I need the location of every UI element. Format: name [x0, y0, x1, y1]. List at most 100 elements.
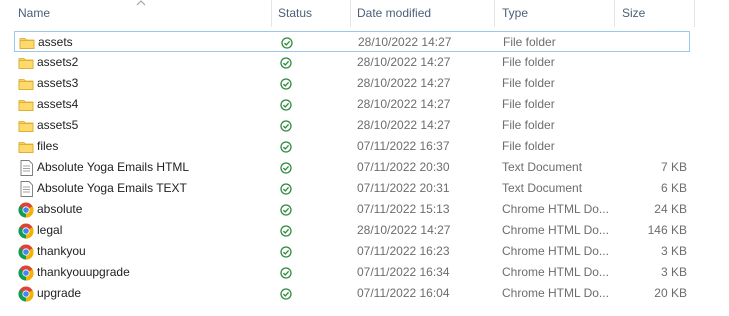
file-row[interactable]: thankyouupgrade 07/11/2022 16:34 Chrome HT…: [14, 262, 690, 283]
status-available-icon: [276, 115, 296, 136]
file-date-modified: 07/11/2022 16:34: [357, 265, 450, 279]
status-available-icon: [276, 178, 296, 199]
file-name: assets4: [37, 97, 79, 111]
file-type: Text Document: [502, 160, 583, 174]
chrome-icon: [18, 241, 34, 262]
file-date-modified: 28/10/2022 14:27: [357, 97, 451, 111]
status-available-icon: [276, 199, 296, 220]
file-row[interactable]: thankyou 07/11/2022 16:23 Chrome HTML Do..…: [14, 241, 690, 262]
status-available-icon: [276, 136, 296, 157]
file-type: File folder: [502, 118, 555, 132]
file-date-modified: 07/11/2022 20:30: [357, 160, 450, 174]
file-name: Absolute Yoga Emails TEXT: [37, 181, 187, 195]
folder-icon: [18, 94, 34, 115]
file-row[interactable]: assets2 28/10/2022 14:27 File folder: [14, 52, 690, 73]
file-size: [618, 73, 687, 94]
status-available-icon: [276, 241, 296, 262]
chrome-icon: [18, 220, 34, 241]
chrome-icon: [18, 199, 34, 220]
file-type: Chrome HTML Do...: [502, 286, 609, 300]
file-date-modified: 07/11/2022 15:13: [357, 202, 450, 216]
column-resize-handle[interactable]: [614, 0, 615, 27]
file-row[interactable]: assets5 28/10/2022 14:27 File folder: [14, 115, 690, 136]
file-type: File folder: [502, 76, 555, 90]
column-header-type[interactable]: Type: [496, 0, 614, 27]
file-type: File folder: [502, 97, 555, 111]
status-available-icon: [276, 157, 296, 178]
file-type: File folder: [502, 55, 555, 69]
file-size: 24 KB: [654, 202, 687, 216]
file-size: 146 KB: [647, 223, 687, 237]
chrome-icon: [18, 262, 34, 283]
file-date-modified: 28/10/2022 14:27: [357, 55, 451, 69]
file-size: [618, 94, 687, 115]
file-date-modified: 07/11/2022 20:31: [357, 181, 450, 195]
file-name: assets3: [37, 76, 79, 90]
text-document-icon: [18, 157, 34, 178]
file-row[interactable]: assets4 28/10/2022 14:27 File folder: [14, 94, 690, 115]
folder-icon: [18, 52, 34, 73]
file-type: File folder: [503, 35, 556, 49]
file-size: 3 KB: [660, 244, 687, 258]
file-size: 7 KB: [660, 160, 687, 174]
file-name: thankyou: [37, 244, 86, 258]
file-date-modified: 07/11/2022 16:23: [357, 244, 450, 258]
status-available-icon: [276, 73, 296, 94]
file-size: [618, 115, 687, 136]
file-name: absolute: [37, 202, 83, 216]
folder-icon: [19, 32, 35, 53]
chrome-icon: [18, 283, 34, 304]
folder-icon: [18, 115, 34, 136]
file-size: [618, 52, 687, 73]
file-type: Chrome HTML Do...: [502, 202, 609, 216]
file-size: [619, 32, 688, 53]
file-size: [618, 136, 687, 157]
column-header-status[interactable]: Status: [272, 0, 350, 27]
status-available-icon: [277, 32, 297, 53]
column-resize-handle[interactable]: [494, 0, 495, 27]
file-date-modified: 28/10/2022 14:27: [358, 35, 452, 49]
file-row[interactable]: Absolute Yoga Emails HTML 07/11/2022 20:3…: [14, 157, 690, 178]
file-name: Absolute Yoga Emails HTML: [37, 160, 190, 174]
file-date-modified: 07/11/2022 16:37: [357, 139, 450, 153]
file-list-view: Name Status Date modified Type Size asse…: [0, 0, 729, 316]
file-name: assets: [38, 35, 73, 49]
file-row[interactable]: absolute 07/11/2022 15:13 Chrome HTML Do..…: [14, 199, 690, 220]
file-row[interactable]: assets 28/10/2022 14:27 File folder: [14, 31, 690, 52]
column-resize-handle[interactable]: [694, 0, 695, 27]
file-date-modified: 28/10/2022 14:27: [357, 223, 451, 237]
file-type: File folder: [502, 139, 555, 153]
file-row[interactable]: files 07/11/2022 16:37 File folder: [14, 136, 690, 157]
file-type: Chrome HTML Do...: [502, 244, 609, 258]
status-available-icon: [276, 52, 296, 73]
file-name: legal: [37, 223, 63, 237]
status-available-icon: [276, 283, 296, 304]
file-row[interactable]: Absolute Yoga Emails TEXT 07/11/2022 20:3…: [14, 178, 690, 199]
file-name: assets2: [37, 55, 79, 69]
status-available-icon: [276, 220, 296, 241]
folder-icon: [18, 73, 34, 94]
file-size: 20 KB: [654, 286, 687, 300]
file-type: Chrome HTML Do...: [502, 265, 609, 279]
status-available-icon: [276, 94, 296, 115]
file-name: thankyouupgrade: [37, 265, 130, 279]
file-size: 6 KB: [660, 181, 687, 195]
folder-icon: [18, 136, 34, 157]
file-name: files: [37, 139, 59, 153]
column-header-name[interactable]: Name: [12, 0, 270, 27]
file-date-modified: 28/10/2022 14:27: [357, 118, 451, 132]
file-row[interactable]: legal 28/10/2022 14:27 Chrome HTML Do... 14…: [14, 220, 690, 241]
file-name: assets5: [37, 118, 79, 132]
file-date-modified: 07/11/2022 16:04: [357, 286, 450, 300]
file-type: Text Document: [502, 181, 583, 195]
file-date-modified: 28/10/2022 14:27: [357, 76, 451, 90]
file-row[interactable]: upgrade 07/11/2022 16:04 Chrome HTML Do...…: [14, 283, 690, 304]
column-header-size[interactable]: Size: [616, 0, 694, 27]
column-header-bar: Name Status Date modified Type Size: [0, 0, 729, 27]
file-name: upgrade: [37, 286, 82, 300]
text-document-icon: [18, 178, 34, 199]
status-available-icon: [276, 262, 296, 283]
file-size: 3 KB: [660, 265, 687, 279]
file-row[interactable]: assets3 28/10/2022 14:27 File folder: [14, 73, 690, 94]
column-header-date-modified[interactable]: Date modified: [351, 0, 494, 27]
